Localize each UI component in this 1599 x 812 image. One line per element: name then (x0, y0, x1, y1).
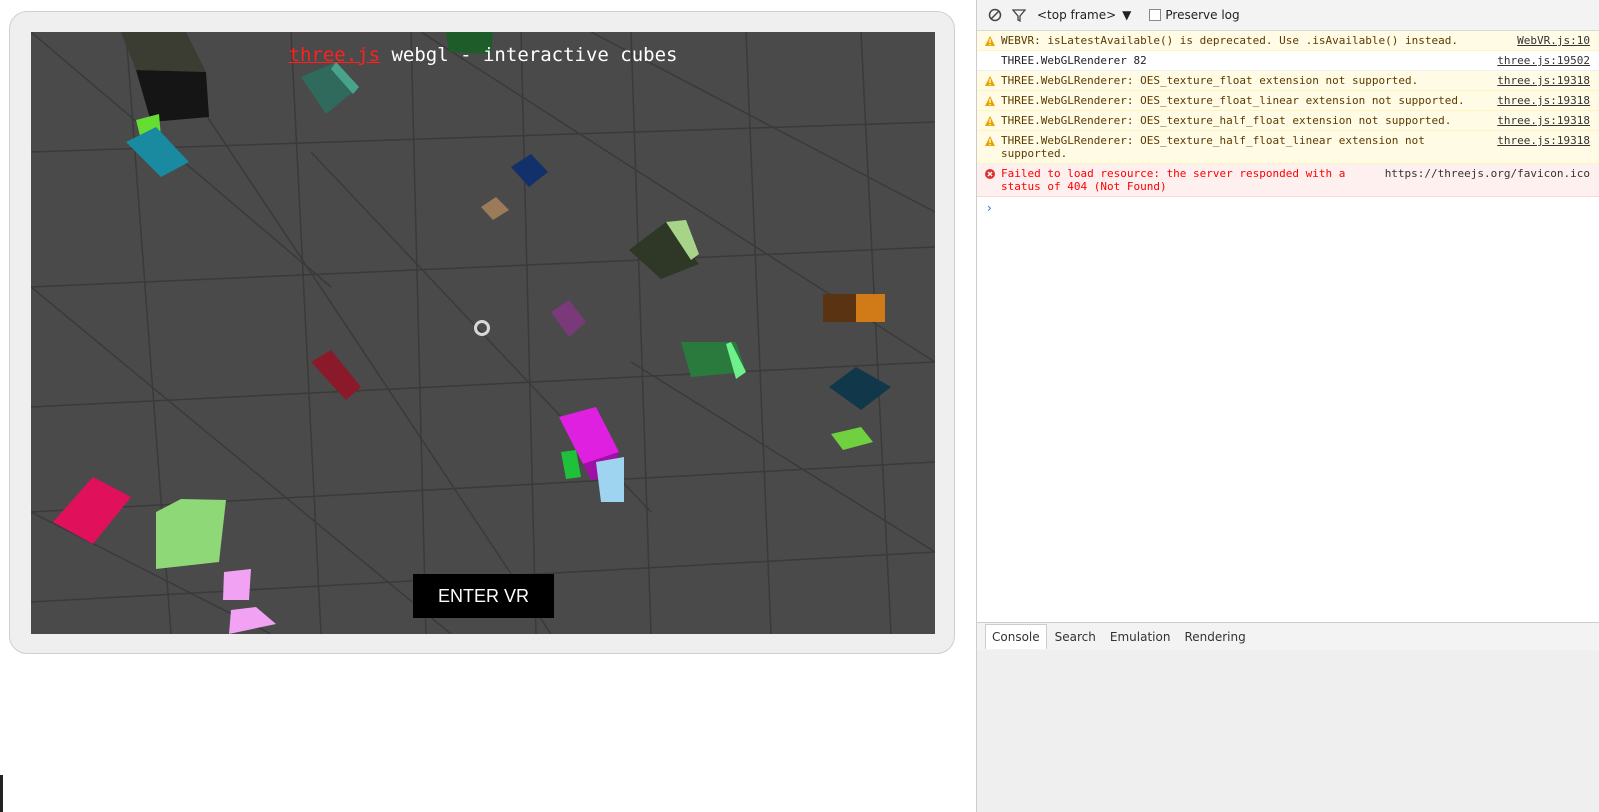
console-message-source[interactable]: three.js:19318 (1497, 94, 1590, 107)
cube-navy (511, 154, 548, 187)
warning-icon (985, 136, 995, 146)
console-message-text: THREE.WebGLRenderer: OES_texture_float_l… (1001, 94, 1465, 107)
console-message-source[interactable]: three.js:19318 (1497, 134, 1590, 160)
console-message-text: THREE.WebGLRenderer: OES_texture_half_fl… (1001, 134, 1425, 160)
tab-emulation[interactable]: Emulation (1104, 625, 1177, 649)
prompt-chevron-icon: › (987, 201, 992, 215)
devtools-panel: <top frame> ▼ Preserve log WEBVR: isLate… (976, 0, 1599, 812)
console-message: WEBVR: isLatestAvailable() is deprecated… (977, 31, 1599, 51)
drawer-tabs: Console Search Emulation Rendering (977, 622, 1599, 651)
filter-icon[interactable] (1011, 7, 1027, 23)
console-message: THREE.WebGLRenderer 82 three.js:19502 (977, 51, 1599, 71)
cube-lime (831, 427, 873, 450)
console-message-text: Failed to load resource: the server resp… (1001, 167, 1346, 193)
console-message-source[interactable]: three.js:19318 (1497, 74, 1590, 87)
tab-rendering[interactable]: Rendering (1178, 625, 1251, 649)
console-message-source[interactable]: three.js:19318 (1497, 114, 1590, 127)
cube-light-pink-2 (229, 607, 276, 634)
gaze-reticle (474, 320, 490, 336)
cube-pink (53, 477, 131, 544)
console-message-text: THREE.WebGLRenderer: OES_texture_half_fl… (1001, 114, 1452, 127)
console-message: THREE.WebGLRenderer: OES_texture_half_fl… (977, 131, 1599, 164)
info-header: three.js webgl - interactive cubes (31, 44, 935, 66)
cube-green-small (561, 450, 581, 479)
error-icon (985, 169, 995, 179)
console-message-text: WEBVR: isLatestAvailable() is deprecated… (1001, 34, 1458, 47)
console-log: WEBVR: isLatestAvailable() is deprecated… (977, 31, 1599, 219)
preserve-log-toggle[interactable]: Preserve log (1149, 8, 1240, 22)
webgl-canvas[interactable]: three.js webgl - interactive cubes ENTER… (31, 32, 935, 634)
console-message: THREE.WebGLRenderer: OES_texture_float_l… (977, 91, 1599, 111)
console-message: THREE.WebGLRenderer: OES_texture_float e… (977, 71, 1599, 91)
enter-vr-button[interactable]: ENTER VR (413, 574, 554, 618)
frame-selector-value: <top frame> (1037, 8, 1117, 22)
cube-dark-teal (829, 367, 891, 410)
warning-icon (985, 96, 995, 106)
clear-console-icon[interactable] (987, 7, 1003, 23)
dropdown-arrow-icon: ▼ (1122, 8, 1132, 22)
page-area: three.js webgl - interactive cubes ENTER… (0, 0, 975, 812)
console-message: Failed to load resource: the server resp… (977, 164, 1599, 197)
device-frame: three.js webgl - interactive cubes ENTER… (9, 11, 955, 654)
preserve-log-checkbox[interactable] (1149, 9, 1162, 21)
console-message-source[interactable]: WebVR.js:10 (1517, 34, 1590, 47)
preserve-log-label: Preserve log (1165, 8, 1240, 22)
cube-orange-face (856, 294, 885, 322)
console-message: THREE.WebGLRenderer: OES_texture_half_fl… (977, 111, 1599, 131)
warning-icon (985, 36, 995, 46)
console-message-source[interactable]: https://threejs.org/favicon.ico (1385, 167, 1590, 193)
console-toolbar: <top frame> ▼ Preserve log (977, 0, 1599, 31)
info-title: webgl - interactive cubes (380, 44, 678, 66)
tab-search[interactable]: Search (1049, 625, 1102, 649)
cube-light-green (156, 499, 226, 569)
cube-purple (551, 300, 586, 337)
warning-icon (985, 76, 995, 86)
console-message-source[interactable]: three.js:19502 (1497, 54, 1590, 67)
frame-selector[interactable]: <top frame> ▼ (1037, 8, 1131, 22)
corner-indicator (0, 775, 3, 812)
warning-icon (985, 116, 995, 126)
cube-light-pink (223, 569, 251, 600)
tab-console[interactable]: Console (985, 624, 1047, 649)
console-message-text: THREE.WebGLRenderer 82 (1001, 54, 1147, 67)
console-message-text: THREE.WebGLRenderer: OES_texture_float e… (1001, 74, 1419, 87)
cube-tan (481, 197, 509, 220)
console-prompt[interactable]: › (977, 197, 1599, 219)
drawer-content (977, 650, 1599, 812)
cube-light-blue (596, 457, 624, 502)
threejs-link[interactable]: three.js (289, 44, 381, 66)
